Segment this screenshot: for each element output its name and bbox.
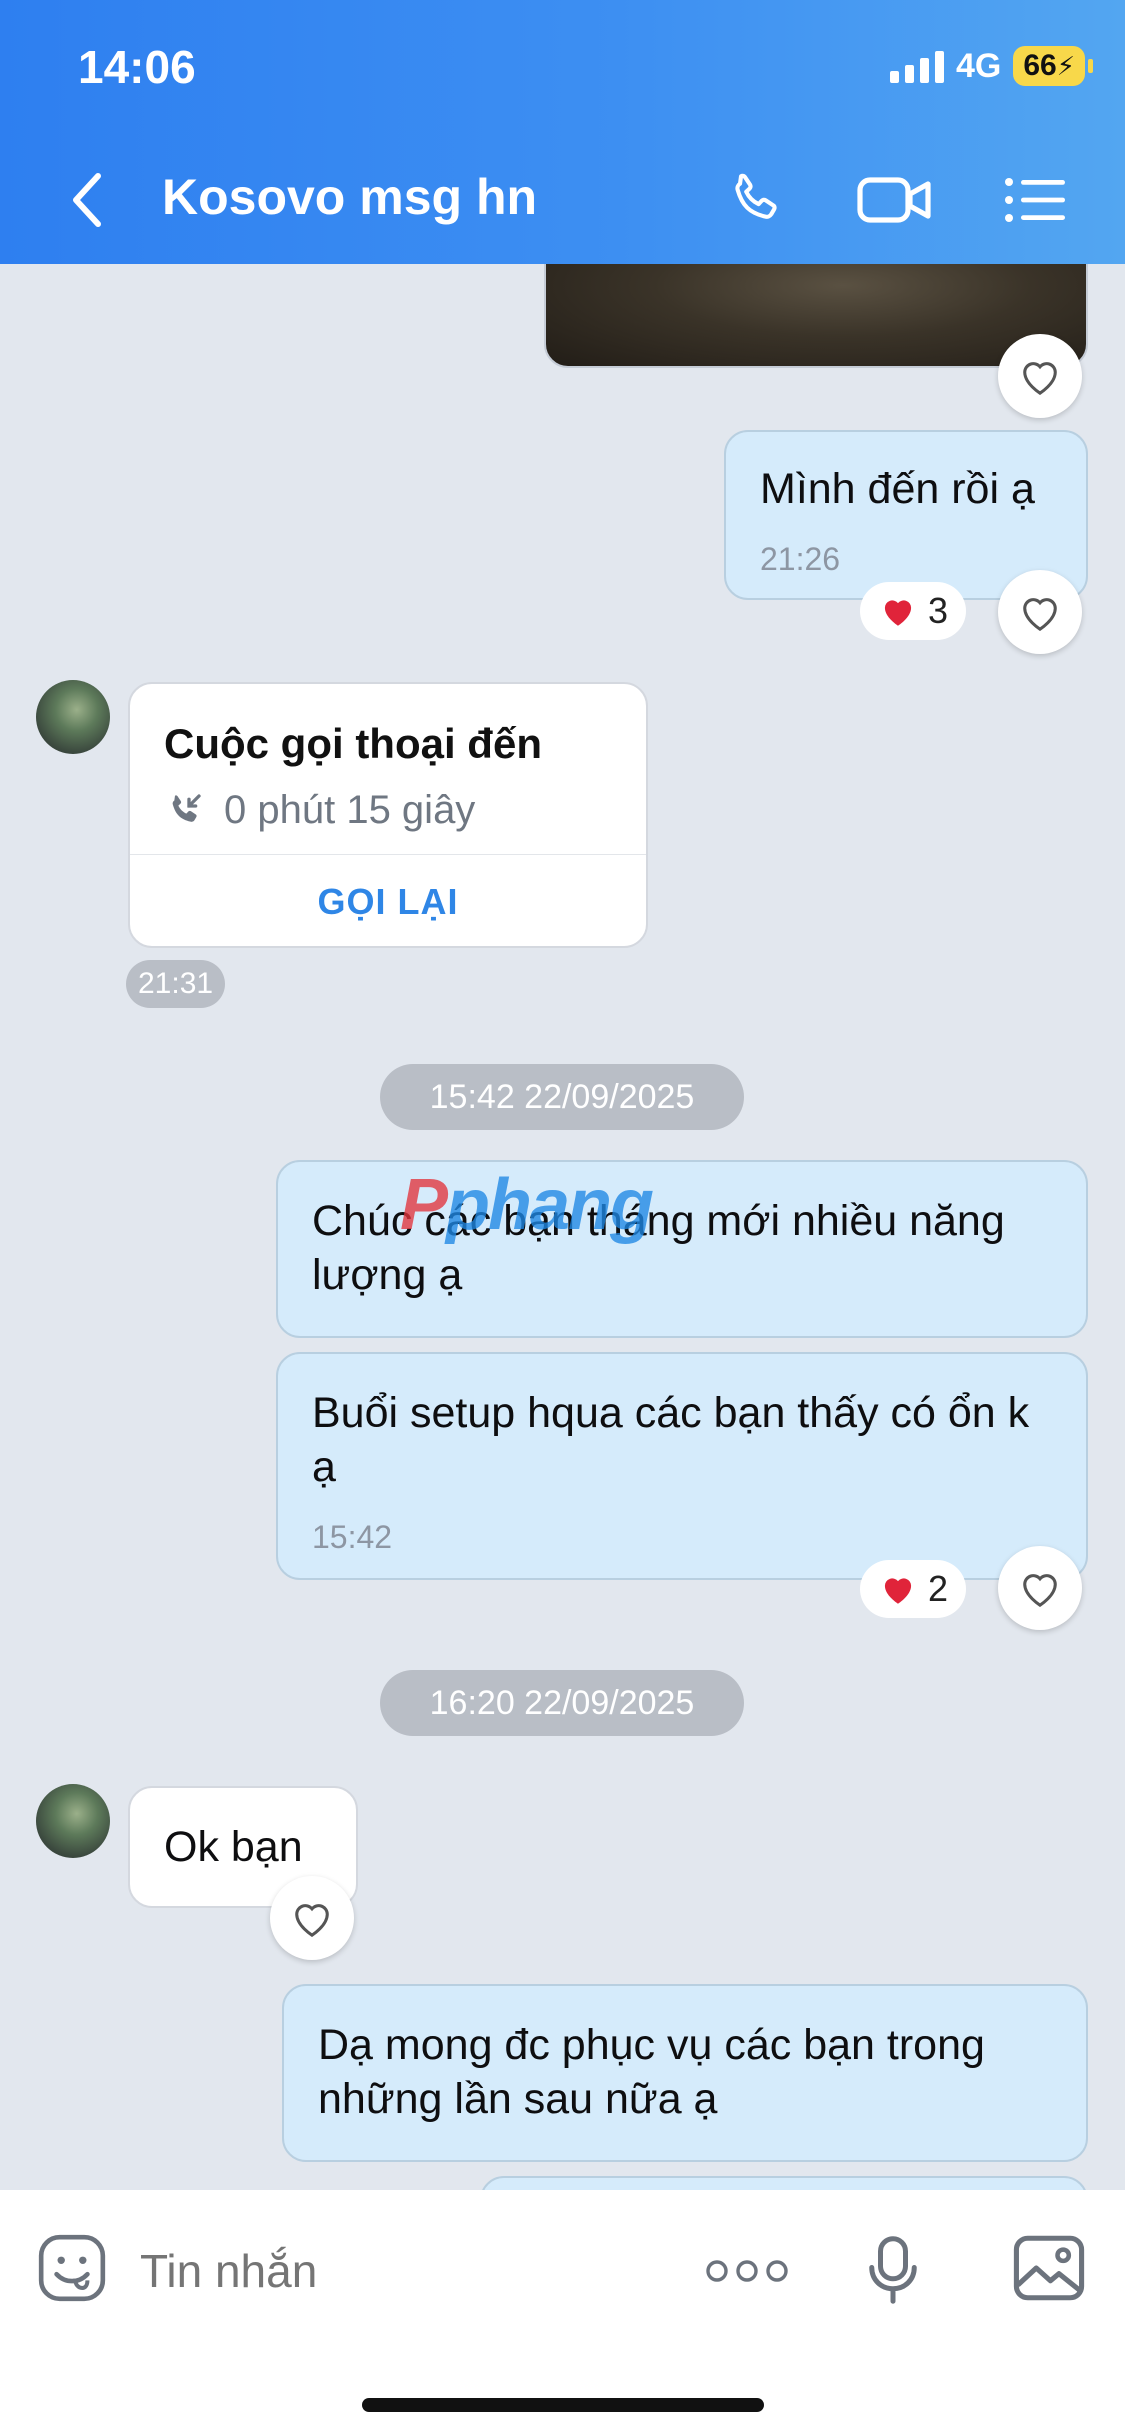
signal-icon [890,49,944,83]
react-button[interactable] [270,1876,354,1960]
heart-outline-icon [1023,1574,1057,1607]
heart-outline-icon [1023,362,1057,395]
react-button[interactable] [998,334,1082,418]
divider [130,854,646,855]
contact-avatar[interactable] [36,680,110,754]
incoming-call-icon [172,793,201,822]
battery-indicator: 66⚡ [1013,46,1093,86]
heart-icon [884,1578,912,1604]
react-button[interactable] [998,570,1082,654]
microphone-icon [869,2236,917,2304]
heart-icon [884,600,912,626]
emoji-icon [38,2234,106,2302]
call-log-card[interactable]: Cuộc gọi thoại đến 0 phút 15 giây GỌI LẠ… [128,682,648,948]
video-camera-icon [857,177,931,223]
reaction-count: 2 [928,1568,949,1609]
heart-outline-icon [1023,598,1057,631]
back-button[interactable] [60,165,116,235]
message-text: Buổi setup hqua các bạn thấy có ổn k ạ [312,1389,1030,1491]
status-indicators: 4G 66⚡ [890,46,1093,86]
more-options-button[interactable] [702,2238,792,2304]
chevron-left-icon [73,173,101,227]
menu-button[interactable] [1000,165,1070,235]
charging-icon: ⚡ [1056,51,1075,81]
message-time: 21:31 [126,960,226,1008]
outgoing-message[interactable]: Chúc các bạn tháng mới nhiều năng lượng … [276,1160,1088,1338]
photo-picker-button[interactable] [1010,2232,1088,2304]
home-indicator [362,2398,764,2412]
message-input[interactable] [140,2236,660,2306]
phone-icon [735,173,777,219]
call-duration: 0 phút 15 giây [224,788,476,832]
battery-level: 66 [1023,49,1057,82]
heart-outline-icon [295,1904,329,1937]
outgoing-message[interactable]: Dạ mong đc phục vụ các bạn trong những l… [282,1984,1088,2162]
message-time: 15:42 [312,1519,393,1555]
conversation-title[interactable]: Kosovo msg hn [162,168,537,226]
image-icon [1013,2235,1085,2301]
more-dots-icon [706,2260,788,2282]
message-text: Ok bạn [164,1823,303,1871]
watermark: Pphang [400,1165,654,1245]
call-back-button[interactable]: GỌI LẠI [130,856,646,946]
message-text: Dạ mong đc phục vụ các bạn trong những l… [318,2021,985,2123]
date-separator: 16:20 22/09/2025 [380,1670,744,1736]
voice-record-button[interactable] [858,2230,928,2310]
reaction-summary[interactable]: 3 [860,582,967,640]
sticker-button[interactable] [34,2230,110,2306]
reaction-count: 3 [928,590,949,631]
network-label: 4G [956,46,1002,85]
call-title: Cuộc gọi thoại đến [164,720,542,767]
call-info: 0 phút 15 giây [130,768,646,833]
message-time: 21:26 [760,541,841,577]
react-button[interactable] [998,1546,1082,1630]
voice-call-button[interactable] [720,165,790,235]
outgoing-message[interactable]: Buổi setup hqua các bạn thấy có ổn k ạ 1… [276,1352,1088,1580]
video-call-button[interactable] [855,165,935,235]
reaction-summary[interactable]: 2 [860,1560,967,1618]
chat-header: 14:06 4G 66⚡ Kosovo msg hn [0,0,1125,264]
status-time: 14:06 [78,41,196,93]
date-separator: 15:42 22/09/2025 [380,1064,744,1130]
list-menu-icon [1005,178,1065,222]
contact-avatar[interactable] [36,1784,110,1858]
message-text: Mình đến rồi ạ [760,465,1035,513]
